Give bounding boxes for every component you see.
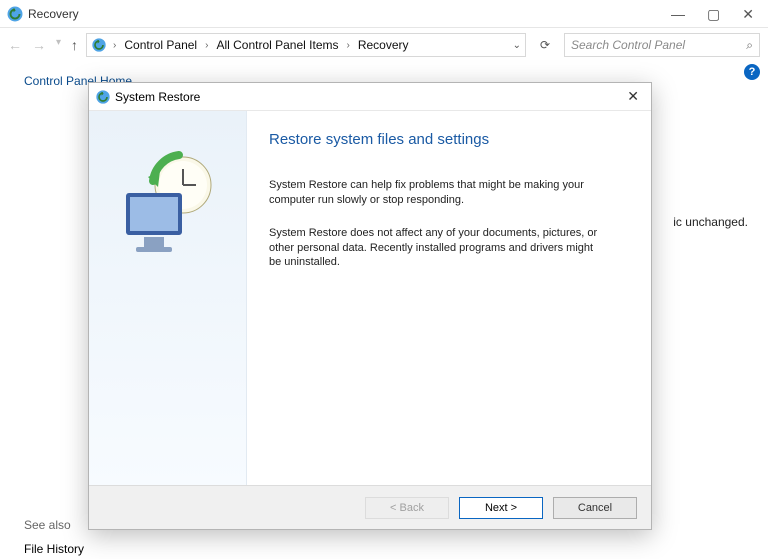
address-dropdown[interactable]: ⌄ [513,40,521,51]
dialog-close-button[interactable]: ✕ [621,88,645,105]
wizard-illustration-icon [108,147,228,267]
search-placeholder: Search Control Panel [571,38,685,52]
crumb-control-panel[interactable]: Control Panel [122,38,199,52]
dialog-sidebar [89,111,247,485]
crumb-recovery[interactable]: Recovery [356,38,411,52]
chevron-right-icon: › [111,40,118,51]
dialog-paragraph-1: System Restore can help fix problems tha… [269,178,599,208]
window-maximize-button[interactable]: ▢ [707,7,720,21]
file-history-link[interactable]: File History [24,542,132,556]
explorer-titlebar: Recovery — ▢ ✕ [0,0,768,28]
cancel-button[interactable]: Cancel [553,497,637,519]
refresh-button[interactable]: ⟳ [534,38,556,52]
back-button: < Back [365,497,449,519]
window-close-button[interactable]: ✕ [742,7,754,21]
recovery-icon [91,37,107,53]
breadcrumb[interactable]: › Control Panel › All Control Panel Item… [86,33,526,57]
nav-recent-button[interactable]: ▾ [56,37,61,53]
nav-back-button[interactable]: ← [8,37,22,53]
crumb-all-items[interactable]: All Control Panel Items [214,38,340,52]
dialog-heading: Restore system files and settings [269,131,625,148]
dialog-main: Restore system files and settings System… [247,111,651,485]
explorer-window-title: Recovery [28,7,79,21]
system-restore-icon [95,89,111,105]
dialog-title: System Restore [115,90,200,104]
system-restore-dialog: System Restore ✕ Restore system files [88,82,652,530]
search-input[interactable]: Search Control Panel ⌕ [564,33,760,57]
dialog-paragraph-2: System Restore does not affect any of yo… [269,226,599,271]
help-icon[interactable]: ? [744,64,760,80]
next-button[interactable]: Next > [459,497,543,519]
nav-up-button[interactable]: ↑ [71,37,78,53]
recovery-icon [6,5,24,23]
nav-forward-button[interactable]: → [32,37,46,53]
dialog-titlebar: System Restore ✕ [89,83,651,111]
chevron-right-icon: › [345,40,352,51]
search-icon: ⌕ [746,38,753,53]
window-minimize-button[interactable]: — [671,7,685,21]
address-row: ← → ▾ ↑ › Control Panel › All Control Pa… [0,28,768,62]
dialog-footer: < Back Next > Cancel [89,485,651,529]
background-text-fragment: ic unchanged. [673,215,748,229]
chevron-right-icon: › [203,40,210,51]
